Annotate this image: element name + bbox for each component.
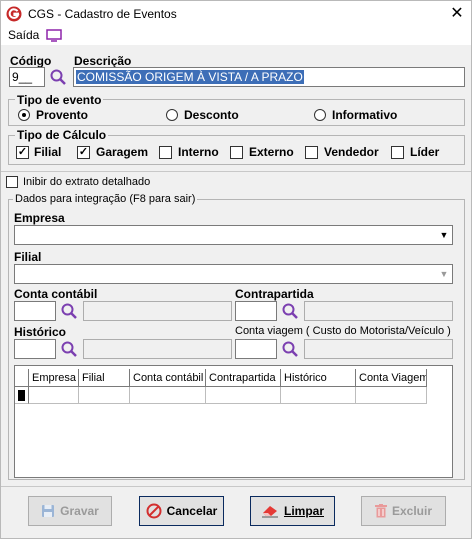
conta-viagem-desc — [304, 339, 453, 359]
radio-desconto[interactable] — [166, 109, 178, 121]
grid-header-conta-contabil[interactable]: Conta contábil — [130, 369, 206, 387]
grid-cell[interactable] — [281, 387, 356, 404]
radio-provento[interactable] — [18, 109, 30, 121]
checkbox-interno-label[interactable]: Interno — [178, 145, 219, 159]
radio-provento-label[interactable]: Provento — [36, 108, 88, 122]
conta-viagem-input[interactable] — [235, 339, 277, 359]
checkbox-garagem-label[interactable]: Garagem — [96, 145, 148, 159]
checkbox-filial[interactable]: ✓ — [16, 146, 29, 159]
conta-contabil-search-icon[interactable] — [60, 302, 78, 320]
trash-icon — [374, 504, 387, 518]
excluir-label: Excluir — [391, 504, 433, 518]
grid-header-empresa[interactable]: Empresa — [29, 369, 79, 387]
limpar-label: Limpar — [283, 504, 324, 518]
grid-cell[interactable] — [206, 387, 281, 404]
gravar-button[interactable]: Gravar — [28, 496, 112, 526]
integracao-title: Dados para integração (F8 para sair) — [13, 193, 198, 205]
filial-dropdown-icon[interactable]: ▼ — [437, 265, 451, 283]
empresa-label: Empresa — [14, 211, 65, 225]
conta-contabil-label: Conta contábil — [14, 287, 98, 301]
checkbox-vendedor[interactable] — [305, 146, 318, 159]
contrapartida-label: Contrapartida — [235, 287, 314, 301]
tipo-evento-title: Tipo de evento — [15, 93, 104, 107]
checkbox-garagem[interactable]: ✓ — [77, 146, 90, 159]
contrapartida-desc — [304, 301, 453, 321]
historico-input[interactable] — [14, 339, 56, 359]
cancel-icon — [146, 503, 162, 519]
checkbox-inibir-label[interactable]: Inibir do extrato detalhado — [23, 176, 150, 188]
conta-contabil-input[interactable] — [14, 301, 56, 321]
app-logo-icon — [6, 6, 22, 22]
integracao-grid[interactable]: Empresa Filial Conta contábil Contrapart… — [14, 365, 453, 478]
historico-desc — [83, 339, 232, 359]
gravar-label: Gravar — [60, 504, 99, 518]
checkbox-lider[interactable] — [391, 146, 404, 159]
conta-viagem-label: Conta viagem ( Custo do Motorista/Veícul… — [235, 325, 451, 337]
contrapartida-search-icon[interactable] — [281, 302, 299, 320]
save-icon — [42, 505, 55, 517]
radio-desconto-label[interactable]: Desconto — [184, 108, 239, 122]
limpar-button[interactable]: Limpar — [250, 496, 335, 526]
checkbox-lider-label[interactable]: Líder — [410, 145, 439, 159]
grid-header-contrapartida[interactable]: Contrapartida — [206, 369, 281, 387]
grid-cell[interactable] — [130, 387, 206, 404]
app-window: CGS - Cadastro de Eventos ✕ Saída Código… — [0, 0, 472, 539]
filial-label: Filial — [14, 250, 42, 264]
grid-header-historico[interactable]: Histórico — [281, 369, 356, 387]
cancelar-label: Cancelar — [166, 504, 218, 518]
separator — [1, 171, 471, 172]
codigo-input[interactable]: 9__ — [9, 67, 45, 87]
conta-contabil-desc — [83, 301, 232, 321]
checkbox-externo-label[interactable]: Externo — [249, 145, 294, 159]
menu-item-saida[interactable]: Saída — [8, 28, 39, 42]
cancelar-button[interactable]: Cancelar — [139, 496, 224, 526]
grid-row-indicator[interactable] — [15, 387, 29, 404]
monitor-icon[interactable] — [46, 29, 62, 42]
checkbox-interno[interactable] — [159, 146, 172, 159]
filial-select[interactable] — [14, 264, 453, 284]
empresa-dropdown-icon[interactable]: ▼ — [437, 226, 451, 244]
grid-cell[interactable] — [29, 387, 79, 404]
descricao-input[interactable]: COMISSÃO ORIGEM À VISTA / A PRAZO — [73, 67, 465, 87]
grid-cell[interactable] — [79, 387, 130, 404]
window-title: CGS - Cadastro de Eventos — [28, 7, 177, 21]
historico-search-icon[interactable] — [60, 340, 78, 358]
historico-label: Histórico — [14, 325, 67, 339]
footer-separator — [1, 486, 471, 487]
close-icon[interactable]: ✕ — [447, 4, 467, 24]
checkbox-inibir[interactable] — [6, 176, 18, 188]
excluir-button[interactable]: Excluir — [361, 496, 446, 526]
contrapartida-input[interactable] — [235, 301, 277, 321]
checkbox-filial-label[interactable]: Filial — [34, 145, 61, 159]
grid-corner — [15, 369, 29, 387]
conta-viagem-search-icon[interactable] — [281, 340, 299, 358]
descricao-label: Descrição — [74, 54, 132, 68]
grid-header-conta-viagem[interactable]: Conta Viagem — [356, 369, 427, 387]
grid-cell[interactable] — [356, 387, 427, 404]
radio-informativo-label[interactable]: Informativo — [332, 108, 397, 122]
codigo-search-icon[interactable] — [49, 68, 67, 86]
checkbox-vendedor-label[interactable]: Vendedor — [324, 145, 379, 159]
codigo-label: Código — [10, 54, 52, 68]
tipo-calculo-title: Tipo de Cálculo — [15, 128, 109, 142]
radio-informativo[interactable] — [314, 109, 326, 121]
grid-header-filial[interactable]: Filial — [79, 369, 130, 387]
empresa-select[interactable] — [14, 225, 453, 245]
checkbox-externo[interactable] — [230, 146, 243, 159]
eraser-icon — [261, 506, 278, 518]
menu-bar — [1, 27, 471, 45]
